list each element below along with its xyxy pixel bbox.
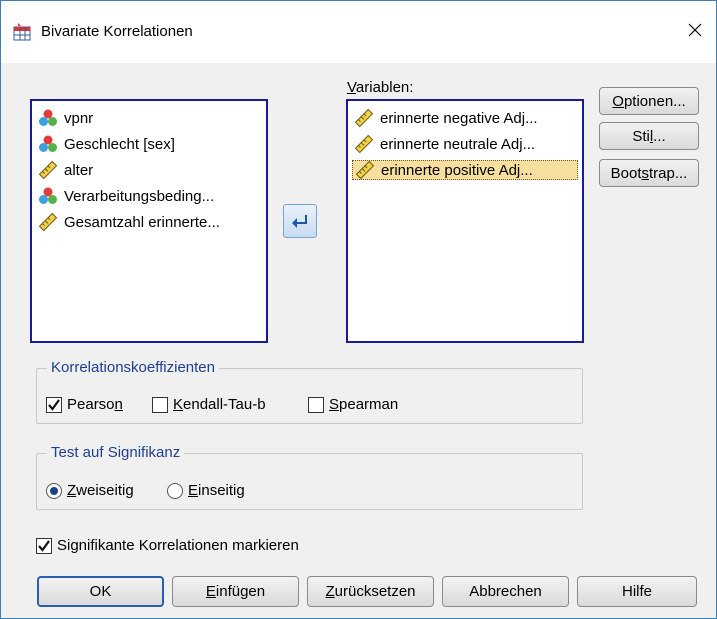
- scale-icon: [38, 160, 58, 180]
- window-title: Bivariate Korrelationen: [41, 23, 193, 40]
- checkbox-box[interactable]: [46, 396, 62, 413]
- close-icon[interactable]: [680, 15, 710, 45]
- stil-button[interactable]: Sti l...: [599, 122, 699, 150]
- list-item-label: alter: [64, 161, 94, 179]
- checkbox-box[interactable]: [308, 396, 324, 413]
- radio-circle[interactable]: [46, 482, 62, 499]
- list-item-label: Geschlecht [sex]: [64, 135, 175, 153]
- list-item[interactable]: vpnr: [38, 108, 93, 128]
- title-bar: Bivariate Korrelationen: [1, 1, 716, 63]
- optionen-button[interactable]: Optionen...: [599, 87, 699, 115]
- spss-table-icon: [12, 22, 32, 42]
- checkmark-icon: [48, 398, 60, 411]
- group-title: Korrelationskoeffizienten: [47, 359, 219, 376]
- list-item-selected[interactable]: erinnerte positive Adj...: [352, 160, 578, 180]
- list-item[interactable]: erinnerte negative Adj...: [354, 108, 538, 128]
- arrow-left-icon: [292, 215, 307, 228]
- nominal-icon: [39, 187, 57, 204]
- list-item-label: erinnerte negative Adj...: [380, 109, 538, 127]
- kendall-tau-b-checkbox[interactable]: Kendall-Tau-b: [152, 396, 266, 413]
- zuruecksetzen-button[interactable]: Zurücksetzen: [307, 576, 434, 607]
- scale-icon: [354, 108, 374, 128]
- pearson-checkbox[interactable]: Pearso n: [46, 396, 123, 413]
- zweiseitig-radio[interactable]: Zweiseitig: [46, 482, 134, 499]
- scale-icon: [38, 212, 58, 232]
- scale-icon: [354, 134, 374, 154]
- group-title: Test auf Signifikanz: [47, 444, 185, 461]
- spearman-checkbox[interactable]: Spearman: [308, 396, 398, 413]
- list-item[interactable]: erinnerte neutrale Adj...: [354, 134, 535, 154]
- list-item[interactable]: Geschlecht [sex]: [38, 134, 175, 154]
- list-item[interactable]: Verarbeitungsbeding...: [38, 186, 214, 206]
- bivariate-correlations-dialog: Bivariate Korrelationen vpnr Geschlecht …: [0, 0, 717, 619]
- significance-test-group: Test auf Signifikanz Zweiseitig Einseiti…: [36, 444, 583, 510]
- checkbox-box[interactable]: [152, 396, 168, 413]
- variables-label: Variablen:: [347, 79, 414, 96]
- move-variables-button[interactable]: [283, 204, 317, 238]
- checkbox-box[interactable]: [36, 537, 52, 554]
- list-item-label: erinnerte positive Adj...: [381, 161, 533, 179]
- radio-dot-icon: [50, 486, 58, 495]
- hilfe-button[interactable]: Hilfe: [577, 576, 697, 607]
- bootstrap-button[interactable]: Boot s trap...: [599, 159, 699, 187]
- abbrechen-button[interactable]: Abbrechen: [442, 576, 569, 607]
- list-item-label: vpnr: [64, 109, 94, 127]
- einfuegen-button[interactable]: Einfügen: [172, 576, 299, 607]
- checkmark-icon: [38, 539, 50, 552]
- flag-significant-checkbox[interactable]: Signifikante Korrelationen markieren: [36, 537, 299, 554]
- list-item-label: Gesamtzahl erinnerte...: [64, 213, 220, 231]
- radio-circle[interactable]: [167, 482, 183, 499]
- list-item[interactable]: Gesamtzahl erinnerte...: [38, 212, 220, 232]
- list-item[interactable]: alter: [38, 160, 93, 180]
- target-variable-list[interactable]: erinnerte negative Adj... erinnerte neut…: [346, 99, 584, 343]
- einseitig-radio[interactable]: Einseitig: [167, 482, 245, 499]
- ok-button[interactable]: OK: [37, 576, 164, 607]
- source-variable-list[interactable]: vpnr Geschlecht [sex] alter Verarbeitung…: [30, 99, 268, 343]
- list-item-label: Verarbeitungsbeding...: [64, 187, 215, 205]
- scale-icon: [355, 160, 375, 180]
- list-item-label: erinnerte neutrale Adj...: [380, 135, 536, 153]
- correlation-coefficients-group: Korrelationskoeffizienten Pearso n Kendal…: [36, 359, 583, 424]
- nominal-icon: [39, 135, 57, 152]
- nominal-icon: [39, 109, 57, 126]
